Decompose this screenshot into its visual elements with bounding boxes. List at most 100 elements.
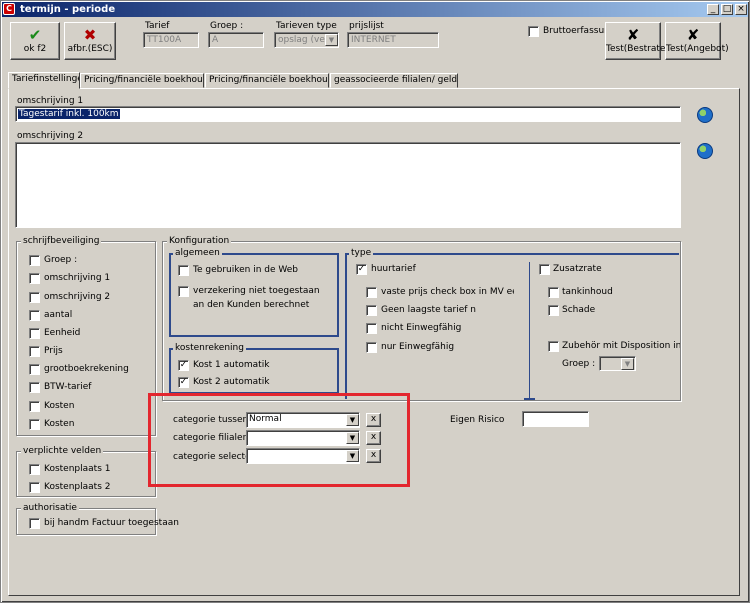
- globe-icon[interactable]: [697, 143, 713, 159]
- tab-geassocieerde-filialen[interactable]: geassocieerde filialen/ geldigheid: [330, 73, 458, 88]
- grootboekrekening-protect-checkbox[interactable]: [29, 364, 40, 375]
- prijslijst-label: prijslijst: [349, 21, 384, 31]
- nicht-einwegfahig-label: nicht Einwegfähig: [381, 323, 462, 333]
- checkmark-icon: ✔: [28, 26, 42, 44]
- kosten2-protect-label: Kosten: [44, 419, 75, 429]
- huurtarief-label: huurtarief: [371, 264, 416, 274]
- btw-tarief-protect-checkbox[interactable]: [29, 382, 40, 393]
- kostenplaats1-required-checkbox[interactable]: [29, 464, 40, 475]
- omschrijving1-protect-label: omschrijving 1: [44, 273, 111, 283]
- kosten1-protect-checkbox[interactable]: [29, 401, 40, 412]
- type-groep-label: Groep :: [562, 359, 596, 369]
- tab-tariefinstellingen[interactable]: Tariefinstellingen: [8, 72, 80, 89]
- geen-laagste-tarief-checkbox[interactable]: [366, 305, 377, 316]
- grootboekrekening-protect-label: grootboekrekening: [44, 364, 129, 374]
- huurtarief-checkbox[interactable]: ✓: [356, 264, 367, 275]
- window-title: termijn - periode: [20, 4, 116, 15]
- tarieven-type-dropdown-arrow[interactable]: ▼: [325, 34, 338, 46]
- verzekering-checkbox[interactable]: [178, 286, 189, 297]
- app-icon: C: [3, 3, 15, 15]
- schrijfbeveiliging-title: schrijfbeveiliging: [21, 236, 102, 246]
- kosten2-protect-checkbox[interactable]: [29, 419, 40, 430]
- aantal-protect-checkbox[interactable]: [29, 310, 40, 321]
- type-groep-dropdown-arrow[interactable]: ▼: [621, 358, 634, 370]
- kost2-automatik-checkbox[interactable]: ✓: [178, 377, 189, 388]
- kostenrekening-title: kostenrekening: [173, 343, 246, 353]
- vaste-prijs-label: vaste prijs check box in MV eerst selc: [381, 287, 514, 297]
- zusatzrate-checkbox[interactable]: [539, 264, 550, 275]
- tankinhoud-checkbox[interactable]: [548, 287, 559, 298]
- test-angebot-label: Test(Angebot): [666, 44, 729, 54]
- type-title: type: [349, 248, 374, 258]
- tarief-field[interactable]: TT100A: [143, 32, 199, 48]
- globe-icon[interactable]: [697, 107, 713, 123]
- omschrijving2-protect-label: omschrijving 2: [44, 292, 111, 302]
- maximize-button[interactable]: □: [721, 4, 733, 15]
- title-bar: termijn - periode: [2, 2, 748, 17]
- test-bestrate-button[interactable]: ✘ Test(Bestrate): [605, 22, 669, 60]
- algemeen-title: algemeen: [173, 248, 222, 258]
- verplichte-velden-title: verplichte velden: [21, 446, 104, 456]
- eigen-risico-input[interactable]: [522, 411, 589, 427]
- type-divider-foot: [524, 398, 535, 400]
- kostenrekening-group: [169, 348, 339, 394]
- web-gebruik-label: Te gebruiken in de Web: [193, 265, 299, 275]
- zubehor-checkbox[interactable]: [548, 341, 559, 352]
- omschrijving1-protect-checkbox[interactable]: [29, 273, 40, 284]
- eigen-risico-label: Eigen Risico: [450, 415, 505, 425]
- kosten1-protect-label: Kosten: [44, 401, 75, 411]
- aantal-protect-label: aantal: [44, 310, 73, 320]
- prijs-protect-label: Prijs: [44, 346, 63, 356]
- kostenplaats2-required-label: Kostenplaats 2: [44, 482, 111, 492]
- kostenplaats2-required-checkbox[interactable]: [29, 482, 40, 493]
- ok-button-label: ok f2: [23, 44, 47, 54]
- handmatig-factuur-checkbox[interactable]: [29, 518, 40, 529]
- prijslijst-field[interactable]: INTERNET: [347, 32, 439, 48]
- nicht-einwegfahig-checkbox[interactable]: [366, 323, 377, 334]
- nur-einwegfahig-label: nur Einwegfähig: [381, 342, 455, 352]
- zubehor-label: Zubehör mit Disposition in Gruppe: [562, 341, 680, 351]
- kostenplaats1-required-label: Kostenplaats 1: [44, 464, 111, 474]
- kost2-automatik-label: Kost 2 automatik: [193, 377, 270, 387]
- nur-einwegfahig-checkbox[interactable]: [366, 342, 377, 353]
- omschrijving1-input[interactable]: Tagestarif inkl. 100km: [15, 106, 681, 122]
- tarief-label: Tarief: [145, 21, 170, 31]
- highlight-rectangle: [148, 393, 410, 487]
- eenheid-protect-label: Eenheid: [44, 328, 81, 338]
- omschrijving1-value: Tagestarif inkl. 100km: [18, 109, 120, 119]
- omschrijving2-label: omschrijving 2: [17, 131, 84, 141]
- verzekering-label-line2: an den Kunden berechnet: [193, 300, 310, 310]
- groep-field[interactable]: A: [208, 32, 264, 48]
- schade-label: Schade: [562, 305, 596, 315]
- cancel-button[interactable]: ✖ afbr.(ESC): [64, 22, 116, 60]
- schade-checkbox[interactable]: [548, 305, 559, 316]
- type-divider: [529, 262, 530, 398]
- tankinhoud-label: tankinhoud: [562, 287, 613, 297]
- eenheid-protect-checkbox[interactable]: [29, 328, 40, 339]
- test-bestrate-label: Test(Bestrate): [606, 44, 669, 54]
- test-angebot-button[interactable]: ✘ Test(Angebot): [665, 22, 729, 60]
- web-gebruik-checkbox[interactable]: [178, 265, 189, 276]
- kost1-automatik-label: Kost 1 automatik: [193, 360, 270, 370]
- groep-protect-checkbox[interactable]: [29, 255, 40, 266]
- omschrijving2-protect-checkbox[interactable]: [29, 292, 40, 303]
- tab-pricing-financiele-boekhouding-2[interactable]: Pricing/financiële boekhouding II: [205, 73, 329, 88]
- omschrijving1-label: omschrijving 1: [17, 96, 84, 106]
- authorisatie-title: authorisatie: [21, 503, 79, 513]
- cancel-icon: ✖: [83, 26, 97, 44]
- bruttoerfassung-checkbox[interactable]: [528, 26, 539, 37]
- geen-laagste-tarief-label: Geen laagste tarief n: [381, 305, 476, 315]
- groep-label: Groep :: [210, 21, 244, 31]
- minimize-button[interactable]: _: [707, 4, 719, 15]
- close-button[interactable]: ×: [735, 4, 747, 15]
- ok-button[interactable]: ✔ ok f2: [10, 22, 60, 60]
- tools-icon: ✘: [626, 26, 640, 44]
- vaste-prijs-checkbox[interactable]: [366, 287, 377, 298]
- prijs-protect-checkbox[interactable]: [29, 346, 40, 357]
- btw-tarief-protect-label: BTW-tarief: [44, 382, 92, 392]
- kost1-automatik-checkbox[interactable]: ✓: [178, 360, 189, 371]
- tab-pricing-financiele-boekhouding-1[interactable]: Pricing/financiële boekhouding I: [80, 73, 204, 88]
- groep-protect-label: Groep :: [44, 255, 78, 265]
- zusatzrate-label: Zusatzrate: [553, 264, 602, 274]
- omschrijving2-textarea[interactable]: [15, 142, 681, 228]
